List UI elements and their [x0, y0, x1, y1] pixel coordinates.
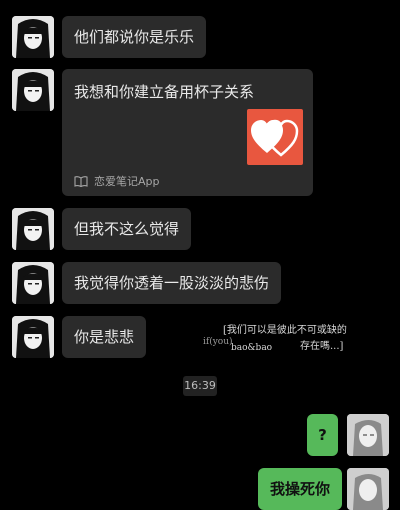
message-text: 我觉得你透着一股淡淡的悲伤: [74, 274, 270, 292]
message-text: 但我不这么觉得: [74, 220, 180, 238]
two-hearts-icon: [247, 109, 303, 165]
message-bubble[interactable]: 但我不这么觉得: [62, 208, 192, 250]
overlay-text-line2: if(you): [203, 337, 233, 347]
card-source-label: 恋爱笔记App: [94, 175, 160, 188]
message-text: ?: [318, 426, 327, 444]
message-bubble[interactable]: 你是悲悲: [62, 316, 147, 358]
timestamp: 16:39: [183, 376, 217, 396]
contact-avatar[interactable]: [12, 208, 54, 250]
contact-avatar[interactable]: [12, 316, 54, 358]
overlay-text-line3: bao&bao: [231, 343, 273, 353]
overlay-text-line4: 存在嗎...]: [300, 341, 344, 352]
contact-avatar[interactable]: [12, 16, 54, 58]
contact-avatar[interactable]: [12, 262, 54, 304]
card-title: 我想和你建立备用杯子关系: [74, 83, 255, 101]
my-avatar[interactable]: [347, 468, 389, 510]
message-bubble[interactable]: 他们都说你是乐乐: [62, 16, 207, 58]
message-bubble[interactable]: 我觉得你透着一股淡淡的悲伤: [62, 262, 282, 304]
sent-message-bubble[interactable]: ?: [307, 414, 338, 456]
contact-avatar[interactable]: [12, 69, 54, 111]
mini-program-card[interactable]: 我想和你建立备用杯子关系 恋爱笔记App: [62, 69, 313, 196]
my-avatar[interactable]: [347, 414, 389, 456]
message-text: 我操死你: [270, 480, 331, 498]
message-text: 他们都说你是乐乐: [74, 28, 195, 46]
card-source: 恋爱笔记App: [74, 173, 160, 189]
message-text: 你是悲悲: [74, 328, 135, 346]
sent-message-bubble[interactable]: 我操死你: [258, 468, 343, 510]
book-icon: [74, 176, 88, 187]
overlay-text-line1: [我们可以是彼此不可或缺的: [223, 325, 347, 336]
